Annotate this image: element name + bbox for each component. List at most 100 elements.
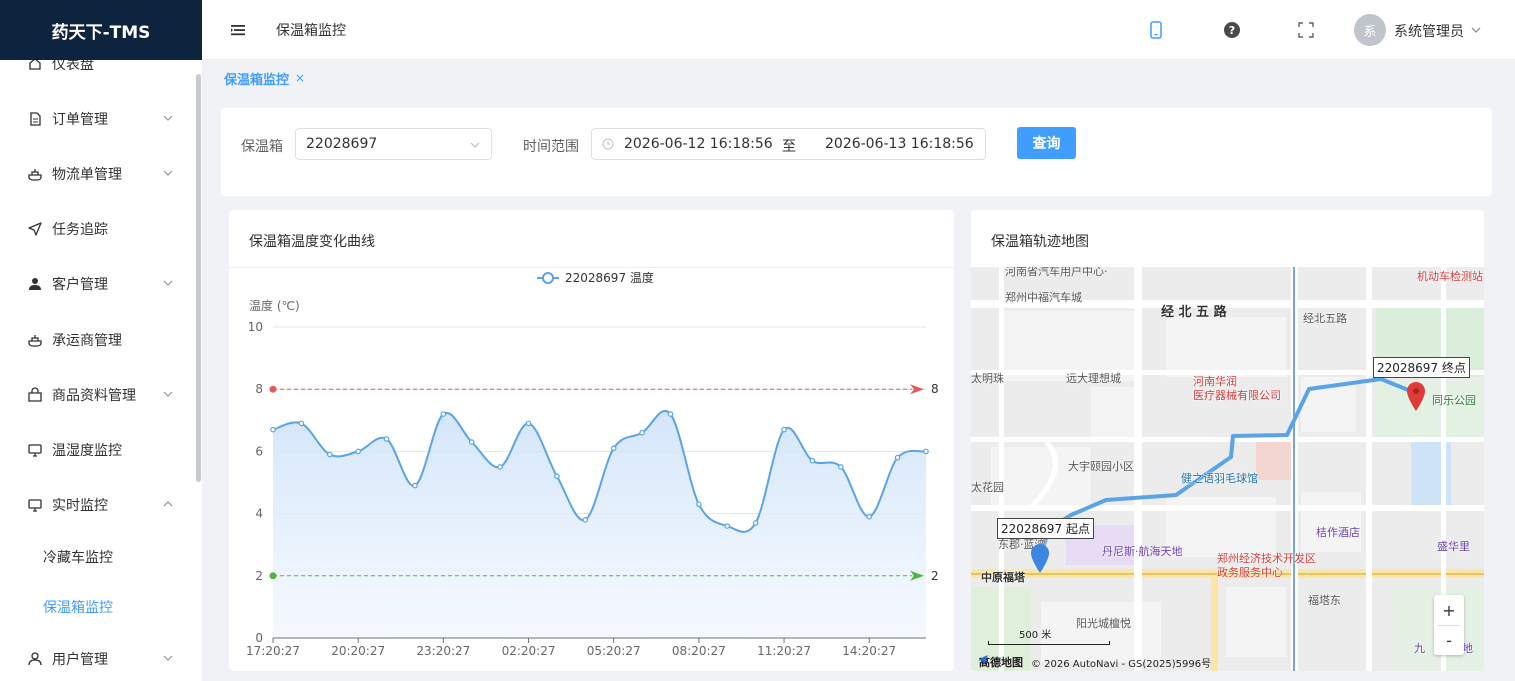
map-poi-label: 中原福塔 [981,571,1025,584]
chevron-down-icon [163,391,173,397]
submenu-item-1[interactable]: 保温箱监控 [0,587,196,627]
data-point [383,436,390,442]
end-point-label: 22028697 终点 [1373,357,1470,378]
monitor-icon [26,496,44,514]
data-point [866,513,873,520]
map-poi-label: 九 [1414,642,1425,655]
data-point [781,426,787,433]
map-copyright: © 2026 AutoNavi - GS(2025)5996号 [1031,658,1212,670]
sidebar-item-label: 任务追踪 [52,222,108,238]
menu-toggle-icon[interactable] [230,22,246,38]
map-poi-label: 太花园 [971,481,1004,494]
zoom-in-button[interactable]: + [1434,595,1464,625]
tags-view: 保温箱监控 × [202,60,1515,96]
sidebar-item-5[interactable]: 承运商管理 [0,320,196,360]
y-tick-label: 6 [255,444,263,458]
map-poi-label: 同乐公园 [1432,394,1476,407]
start-date-input[interactable]: 2026-06-12 16:18:56 [624,136,773,152]
sidebar-scrollbar[interactable] [196,74,201,482]
data-point [923,448,929,455]
tray-icon [26,331,44,349]
threshold-start-dot [269,572,277,580]
user-icon [26,275,44,293]
help-icon[interactable]: ? [1222,20,1242,40]
data-point [525,420,532,427]
time-range-label: 时间范围 [523,139,579,155]
threshold-start-dot [269,385,277,393]
sidebar-item-4[interactable]: 客户管理 [0,264,196,304]
data-point [639,429,645,436]
navigation-icon [26,220,44,238]
x-tick-label: 14:20:27 [842,644,896,658]
data-point [696,501,702,508]
sidebar-item-label: 客户管理 [52,277,108,293]
box-select[interactable]: 22028697 [295,128,492,160]
tag-insulated-box-monitor[interactable]: 保温箱监控 × [210,66,319,90]
box-label: 保温箱 [241,139,283,155]
x-tick-label: 05:20:27 [587,644,641,658]
zoom-out-button[interactable]: - [1434,625,1464,655]
map-scale-label: 500 米 [1019,630,1052,641]
sidebar-item-3[interactable]: 任务追踪 [0,209,196,249]
map-poi-label: 经北五路 [1303,312,1347,325]
chevron-down-icon [163,170,173,176]
mobile-icon[interactable] [1146,20,1166,40]
data-point [610,445,617,452]
chevron-up-icon [163,501,173,507]
submenu-item-label: 冷藏车监控 [43,550,113,566]
temperature-line-chart: 0 2 4 6 8 10 温度 (℃) 17:20:27 20:20:27 23:20:27 02:… [246,270,939,658]
y-tick-label: 2 [255,569,263,583]
sidebar-item-1[interactable]: 订单管理 [0,99,196,139]
svg-text:?: ? [1229,24,1235,37]
app-logo-text: 药天下-TMS [51,22,151,43]
data-point [554,473,560,480]
avatar[interactable]: 系 [1354,14,1386,46]
app-logo[interactable]: 药天下-TMS [0,0,202,60]
map-poi-label: 丹尼斯·航海天地 [1102,545,1183,558]
y-tick-label: 10 [248,320,263,334]
data-point [894,454,901,461]
trajectory-map[interactable]: 河南省汽车用户中心· 郑州中福汽车城经 北 五 路 经北五路 机动车检测站 太明珠 远大理… [971,267,1484,671]
sidebar-item-6[interactable]: 商品资料管理 [0,375,196,415]
query-button-label: 查询 [1032,136,1061,152]
fullscreen-icon[interactable] [1296,20,1316,40]
user-name[interactable]: 系统管理员 [1394,21,1464,41]
map-poi-label: 河南省汽车用户中心· [1005,267,1108,278]
sidebar-item-9[interactable]: 用户管理 [0,639,196,679]
breadcrumb[interactable]: 保温箱监控 [276,20,346,40]
y-axis-title: 温度 (℃) [249,298,300,313]
chevron-down-icon[interactable] [1470,24,1482,36]
map-poi-label: 政务服务中心 [1217,566,1283,579]
data-point [838,464,844,470]
map-poi-label: 健之语羽毛球馆 [1181,472,1258,485]
trajectory-map-card: 保温箱轨迹地图 河南省汽车用户中心· 郑州中福汽车城 经 北 五 路 经北五路 … [971,210,1484,671]
x-tick-label: 08:20:27 [672,644,726,658]
sidebar-item-7[interactable]: 温湿度监控 [0,430,196,470]
map-poi-label: 盛华里 [1437,540,1470,553]
sidebar-item-label: 实时监控 [52,498,108,514]
legend-marker-icon [542,272,554,284]
x-tick-label: 02:20:27 [502,644,556,658]
x-tick-label: 20:20:27 [331,644,385,658]
map-poi-label: 大宇颐园小区 [1068,460,1134,473]
end-date-input[interactable]: 2026-06-13 16:18:56 [825,136,974,152]
close-icon[interactable]: × [295,71,305,85]
map-poi-label: 太明珠 [971,372,1004,385]
avatar-text: 系 [1363,24,1377,40]
amap-logo-icon [978,655,988,665]
start-marker-icon[interactable] [1029,542,1051,574]
map-poi-label: 桔作酒店 [1316,526,1360,539]
chevron-down-icon [470,142,480,148]
range-separator: 至 [782,139,796,155]
map-card-title: 保温箱轨迹地图 [991,234,1089,250]
series-area [273,410,926,638]
sidebar-item-2[interactable]: 物流单管理 [0,154,196,194]
clock-icon [602,138,614,150]
submenu-item-0[interactable]: 冷藏车监控 [0,537,196,577]
date-range-picker[interactable]: 2026-06-12 16:18:56 至 2026-06-13 16:18:5… [591,128,986,160]
sidebar-item-8[interactable]: 实时监控 [0,485,196,525]
query-button[interactable]: 查询 [1017,127,1076,159]
sidebar-item-label: 温湿度监控 [52,443,122,459]
user-outline-icon [26,650,44,668]
end-marker-icon[interactable] [1405,380,1427,412]
